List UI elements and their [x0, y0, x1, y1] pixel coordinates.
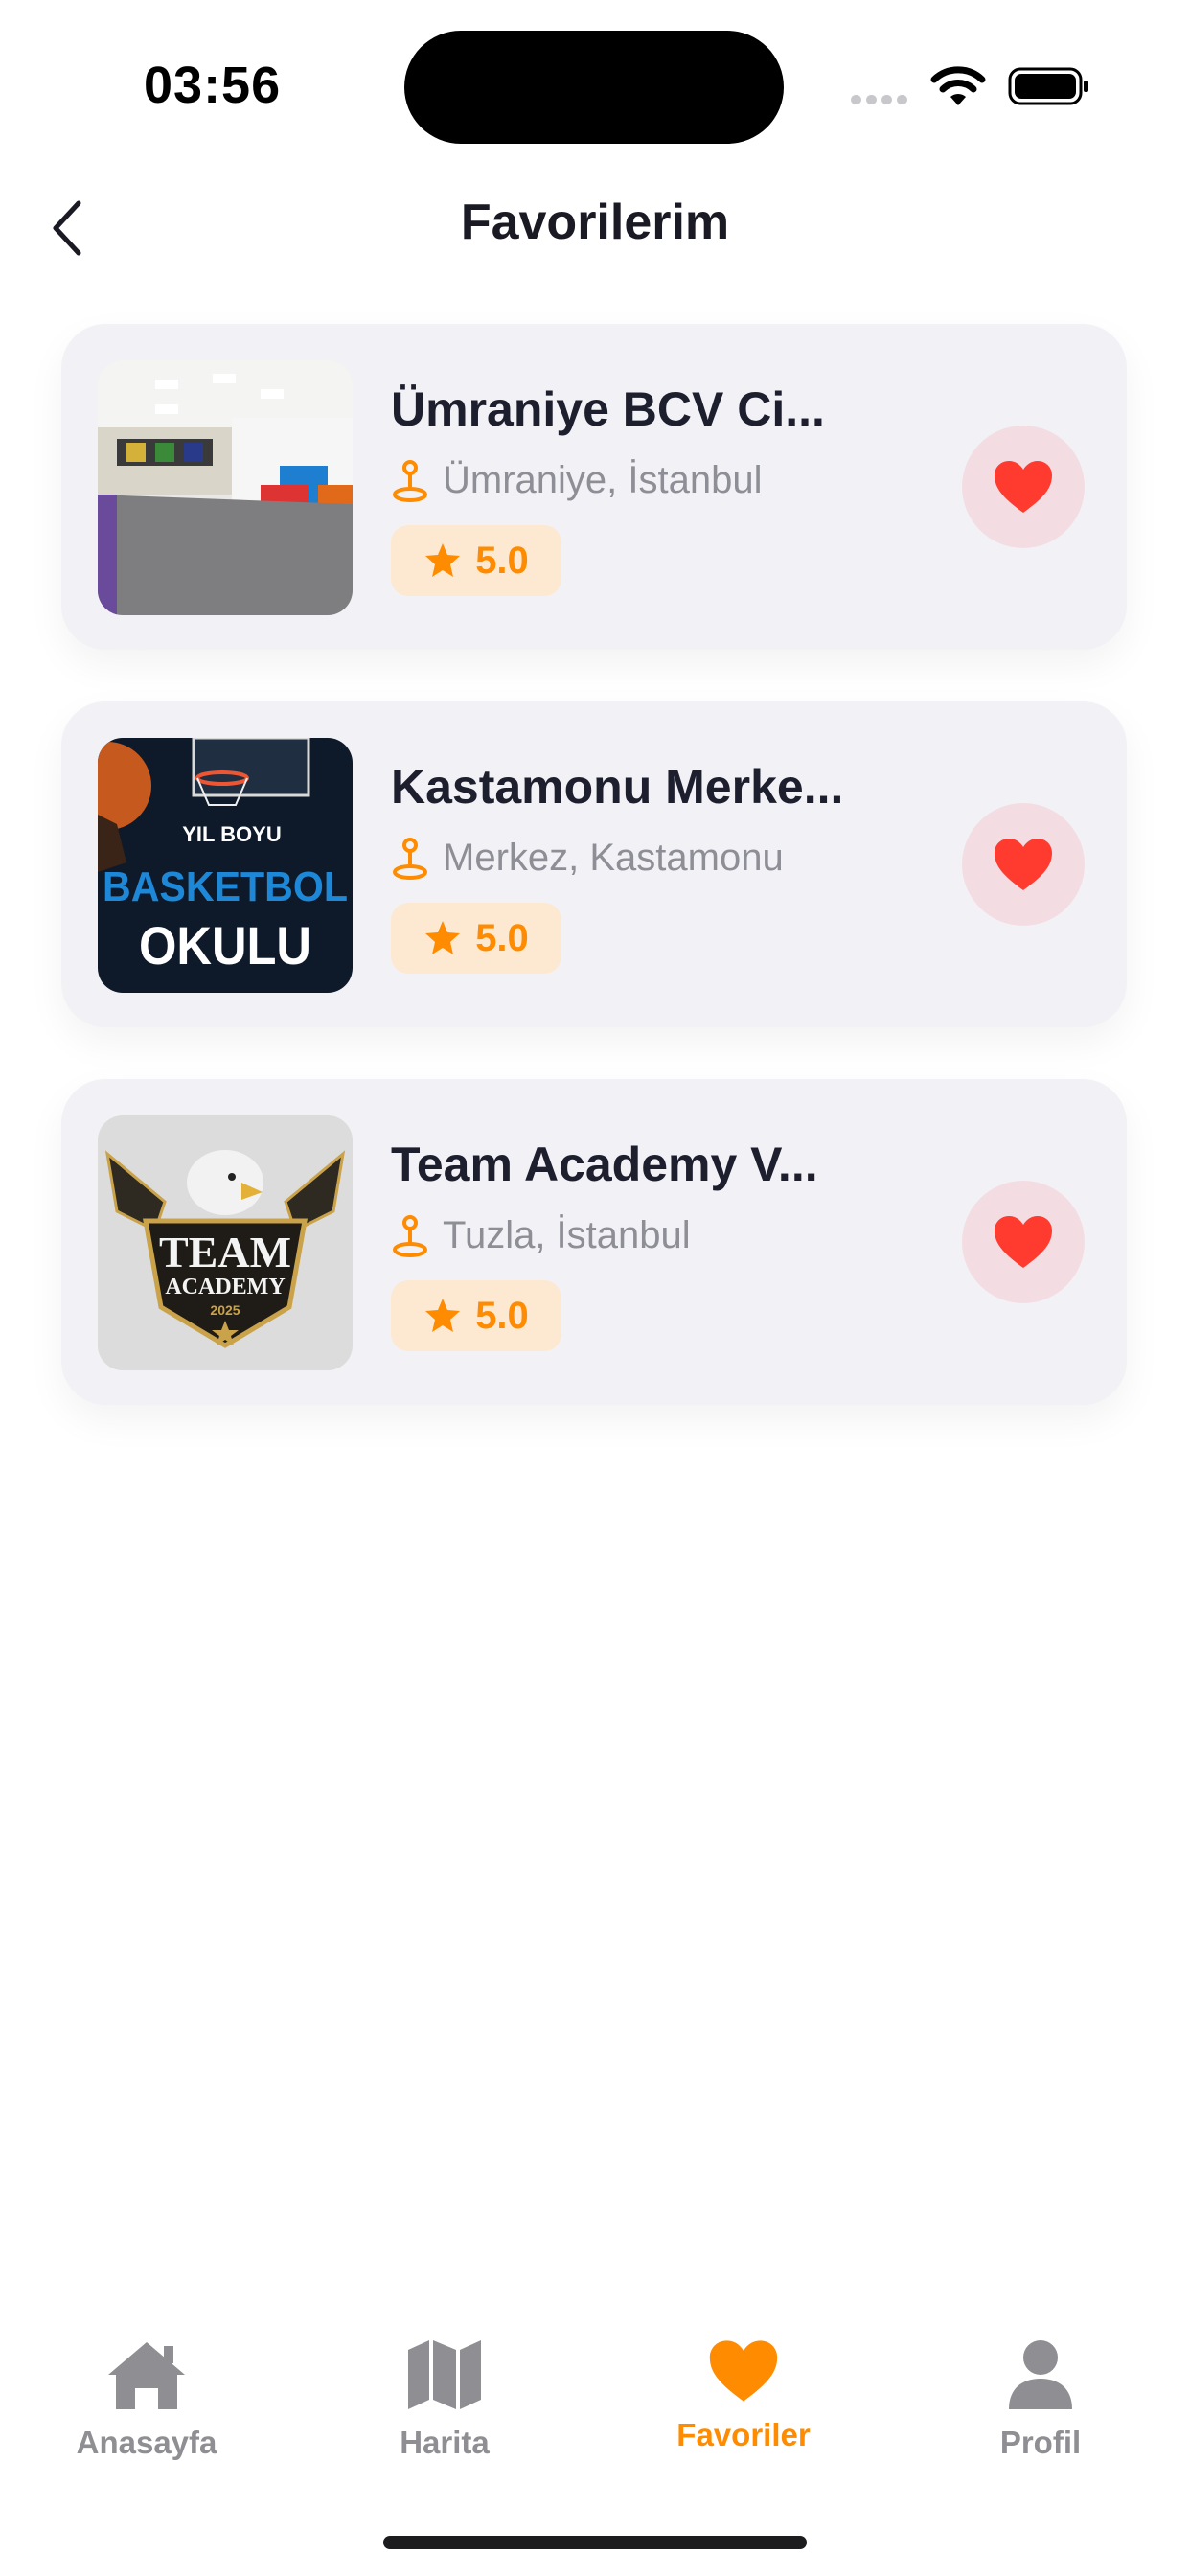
indoor-gym-image — [98, 360, 353, 615]
logo-line-3: 2025 — [210, 1302, 240, 1318]
venue-thumbnail — [98, 360, 353, 615]
rating-badge: 5.0 — [391, 525, 561, 596]
location-pin-icon — [393, 838, 427, 880]
star-icon — [425, 1299, 461, 1332]
tab-map[interactable]: Harita — [330, 2338, 560, 2492]
rating-badge: 5.0 — [391, 1280, 561, 1351]
venue-title: Team Academy V... — [391, 1138, 818, 1191]
star-icon — [425, 921, 461, 954]
venue-location: Tuzla, İstanbul — [391, 1213, 691, 1257]
status-bar: 03:56 — [0, 0, 1190, 163]
tab-home[interactable]: Anasayfa — [32, 2338, 262, 2492]
page-title: Favorilerim — [460, 195, 730, 250]
logo-line-2: ACADEMY — [165, 1275, 285, 1300]
unfavorite-button[interactable] — [962, 1181, 1085, 1303]
poster-line-3: OKULU — [139, 915, 311, 976]
home-indicator[interactable] — [383, 2536, 807, 2549]
unfavorite-button[interactable] — [962, 426, 1085, 548]
location-pin-icon — [393, 460, 427, 502]
tab-profile[interactable]: Profil — [926, 2338, 1156, 2492]
venue-location-text: Ümraniye, İstanbul — [443, 458, 763, 501]
venue-location: Ümraniye, İstanbul — [391, 458, 762, 502]
logo-line-1: TEAM — [159, 1228, 291, 1276]
tab-label: Anasayfa — [76, 2425, 217, 2460]
favorite-card[interactable]: YIL BOYU BASKETBOL OKULU Kastamonu Merke… — [61, 702, 1127, 1027]
location-pin-icon — [393, 1215, 427, 1257]
venue-thumbnail: TEAM ACADEMY 2025 — [98, 1116, 353, 1370]
heart-icon — [995, 1216, 1052, 1268]
person-icon — [1009, 2340, 1072, 2409]
venue-location-text: Tuzla, İstanbul — [443, 1213, 691, 1256]
battery-icon — [1008, 67, 1088, 105]
rating-value: 5.0 — [475, 916, 529, 959]
dynamic-island — [404, 31, 784, 144]
rating-badge: 5.0 — [391, 903, 561, 974]
poster-line-1: YIL BOYU — [182, 822, 282, 846]
star-icon — [425, 543, 461, 577]
basketball-poster-image: YIL BOYU BASKETBOL OKULU — [98, 738, 353, 993]
heart-icon — [709, 2340, 778, 2402]
poster-line-2: BASKETBOL — [103, 863, 348, 910]
rating-value: 5.0 — [475, 1294, 529, 1337]
unfavorite-button[interactable] — [962, 803, 1085, 926]
map-icon — [408, 2340, 481, 2409]
venue-location: Merkez, Kastamonu — [391, 836, 784, 880]
cellular-signal-icon — [851, 92, 914, 104]
favorites-list: Ümraniye BCV Ci... Ümraniye, İstanbul 5.… — [61, 324, 1127, 1457]
tab-label: Favoriler — [676, 2417, 811, 2452]
tab-label: Profil — [999, 2425, 1082, 2460]
tab-bar: Anasayfa Harita Favoriler Profil — [0, 2319, 1190, 2492]
favorite-card[interactable]: Ümraniye BCV Ci... Ümraniye, İstanbul 5.… — [61, 324, 1127, 650]
venue-title: Ümraniye BCV Ci... — [391, 382, 825, 436]
venue-thumbnail: YIL BOYU BASKETBOL OKULU — [98, 738, 353, 993]
home-icon — [108, 2342, 185, 2409]
rating-value: 5.0 — [475, 539, 529, 582]
tab-label: Harita — [400, 2425, 490, 2460]
heart-icon — [995, 839, 1052, 890]
wifi-icon — [930, 66, 986, 105]
tab-favorites[interactable]: Favoriler — [629, 2338, 858, 2492]
eagle-emblem-image: TEAM ACADEMY 2025 — [98, 1116, 353, 1370]
venue-title: Kastamonu Merke... — [391, 760, 844, 814]
status-time: 03:56 — [144, 57, 282, 114]
heart-icon — [995, 461, 1052, 513]
favorite-card[interactable]: TEAM ACADEMY 2025 Team Academy V... Tuzl… — [61, 1079, 1127, 1405]
venue-location-text: Merkez, Kastamonu — [443, 836, 784, 879]
